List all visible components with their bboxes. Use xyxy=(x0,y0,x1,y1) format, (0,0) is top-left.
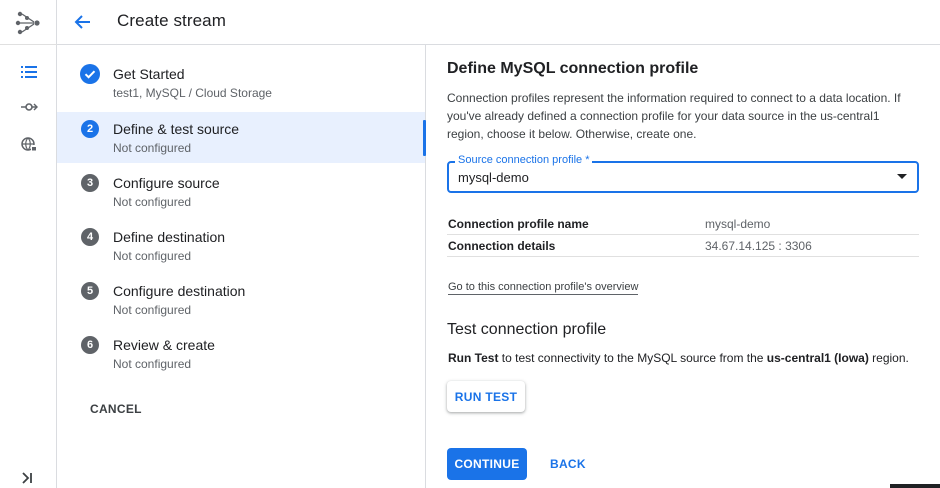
expand-rail-icon[interactable] xyxy=(20,470,36,486)
step-number: 2 xyxy=(81,120,99,138)
detail-value: mysql-demo xyxy=(705,217,771,231)
step-status: Not configured xyxy=(113,249,192,263)
detail-key: Connection profile name xyxy=(448,217,589,231)
step-status: Not configured xyxy=(113,303,192,317)
step-label: Review & create xyxy=(113,337,215,353)
detail-row: Connection details 34.67.14.125 : 3306 xyxy=(447,235,919,257)
detail-key: Connection details xyxy=(448,239,556,253)
section-heading: Define MySQL connection profile xyxy=(447,60,699,77)
test-description-mid: to test connectivity to the MySQL source… xyxy=(498,351,767,365)
step-configure-source[interactable]: 3 Configure source Not configured xyxy=(57,170,425,224)
left-rail xyxy=(0,0,57,488)
run-test-emphasis: Run Test xyxy=(448,351,499,365)
step-define-destination[interactable]: 4 Define destination Not configured xyxy=(57,224,425,278)
rail-divider xyxy=(0,44,57,45)
step-number: 4 xyxy=(81,228,99,246)
datastream-logo-icon[interactable] xyxy=(14,9,42,37)
step-define-test-source[interactable]: 2 Define & test source Not configured xyxy=(57,112,426,163)
check-circle-icon xyxy=(80,64,100,84)
run-test-button[interactable]: RUN TEST xyxy=(447,381,525,412)
step-label: Configure source xyxy=(113,175,220,191)
back-button[interactable]: BACK xyxy=(550,457,586,471)
select-label: Source connection profile * xyxy=(455,154,593,166)
step-label: Configure destination xyxy=(113,283,246,299)
step-status: test1, MySQL / Cloud Storage xyxy=(113,86,272,100)
dropdown-arrow-icon xyxy=(897,174,907,179)
step-status: Not configured xyxy=(113,141,192,155)
cancel-button[interactable]: CANCEL xyxy=(90,402,142,416)
page-header: Create stream xyxy=(57,0,940,45)
test-description: Run Test to test connectivity to the MyS… xyxy=(448,351,909,365)
continue-button[interactable]: CONTINUE xyxy=(447,448,527,480)
rail-item-streams[interactable] xyxy=(0,54,57,90)
step-status: Not configured xyxy=(113,357,192,371)
connection-profiles-icon xyxy=(20,103,38,111)
rail-item-private-connectivity[interactable] xyxy=(0,126,57,162)
private-connectivity-icon xyxy=(20,137,37,151)
select-value: mysql-demo xyxy=(458,170,529,185)
test-description-end: region. xyxy=(868,351,909,365)
streams-list-icon xyxy=(20,66,37,78)
step-review-create[interactable]: 6 Review & create Not configured xyxy=(57,332,425,386)
section-description: Connection profiles represent the inform… xyxy=(447,91,901,141)
step-status: Not configured xyxy=(113,195,192,209)
profile-overview-link[interactable]: Go to this connection profile's overview xyxy=(448,281,639,295)
step-label: Define destination xyxy=(113,229,226,245)
region-emphasis: us-central1 (Iowa) xyxy=(766,351,869,365)
stepper: Get Started test1, MySQL / Cloud Storage… xyxy=(57,45,426,488)
step-label: Define & test source xyxy=(113,121,240,137)
step-get-started[interactable]: Get Started test1, MySQL / Cloud Storage xyxy=(57,45,425,100)
step-label: Get Started xyxy=(113,66,185,82)
step-number: 3 xyxy=(81,174,99,192)
step-number: 6 xyxy=(81,336,99,354)
rail-item-connection-profiles[interactable] xyxy=(0,89,57,125)
window-edge xyxy=(890,484,940,488)
test-heading: Test connection profile xyxy=(447,321,607,338)
detail-row: Connection profile name mysql-demo xyxy=(447,213,919,235)
step-number: 5 xyxy=(81,282,99,300)
source-connection-profile-select[interactable]: Source connection profile * mysql-demo xyxy=(447,154,919,193)
detail-value: 34.67.14.125 : 3306 xyxy=(705,239,812,253)
back-arrow-icon[interactable] xyxy=(73,12,93,32)
page-title: Create stream xyxy=(117,11,227,30)
step-configure-destination[interactable]: 5 Configure destination Not configured xyxy=(57,278,425,332)
